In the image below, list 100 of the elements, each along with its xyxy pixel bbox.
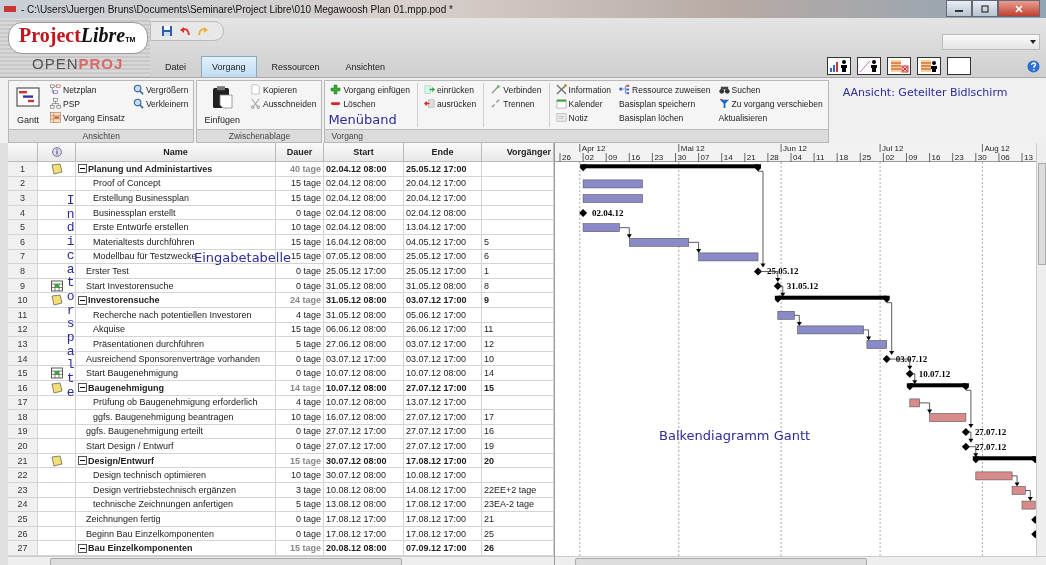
column-header[interactable]: Dauer: [276, 143, 324, 162]
task-bar[interactable]: [582, 223, 620, 232]
ribbon-button[interactable]: Verbinden: [488, 83, 544, 96]
ribbon-button[interactable]: Vorgang einfügen: [328, 83, 413, 96]
horizontal-scrollbar[interactable]: [8, 556, 554, 565]
ribbon-button[interactable]: Kalender: [553, 97, 614, 110]
milestone-diamond[interactable]: [773, 282, 782, 291]
save-icon[interactable]: [161, 25, 173, 37]
ribbon-tab[interactable]: Vorgang: [201, 56, 257, 77]
calendar-icon[interactable]: [50, 367, 63, 380]
ribbon-button[interactable]: Gantt: [12, 83, 44, 127]
close-icon: [1015, 4, 1023, 13]
summary-bar[interactable]: [774, 295, 890, 303]
note-icon[interactable]: [50, 454, 63, 467]
task-name: ggfs. Baugenehmigung erteilt: [86, 426, 204, 437]
maximize-button[interactable]: [972, 0, 998, 17]
ribbon-button[interactable]: Verkleinern: [130, 97, 191, 110]
task-table-view-button[interactable]: [917, 57, 941, 75]
horizontal-scrollbar[interactable]: [555, 556, 1046, 565]
collapse-icon[interactable]: [78, 456, 87, 466]
minimize-button[interactable]: [946, 0, 972, 17]
row-number: 3: [8, 191, 38, 206]
task-bar[interactable]: [797, 325, 864, 335]
table-cell: 13.07.12 17:00: [404, 395, 482, 411]
ribbon-tab[interactable]: Ansichten: [334, 56, 397, 77]
milestone-diamond[interactable]: [882, 355, 891, 364]
ribbon-button[interactable]: Notiz: [553, 111, 614, 124]
ribbon-button[interactable]: Suchen: [716, 83, 825, 96]
undo-icon[interactable]: [179, 25, 191, 37]
maximize-icon: [981, 4, 989, 13]
week-label: 02: [585, 153, 594, 162]
table-cell: 15 tage: [276, 191, 324, 206]
collapse-icon[interactable]: [78, 383, 87, 393]
collapse-icon[interactable]: [78, 295, 87, 305]
logo-subtitle: OPENPROJ: [32, 55, 124, 72]
collapse-icon[interactable]: [78, 164, 87, 174]
column-header[interactable]: Ende: [404, 143, 482, 162]
column-header[interactable]: Name: [76, 143, 276, 162]
table-cell: 0 tage: [276, 366, 324, 381]
calendar-icon[interactable]: [50, 279, 63, 292]
task-bar[interactable]: [1011, 486, 1026, 495]
task-bar[interactable]: [909, 398, 920, 408]
ribbon-button[interactable]: PSP: [48, 97, 127, 110]
close-button[interactable]: [998, 0, 1040, 17]
milestone-label: 02.04.12: [592, 208, 624, 219]
empty-view-button[interactable]: [947, 57, 971, 75]
row-number: 23: [8, 483, 38, 498]
ribbon-tab[interactable]: Ressourcen: [260, 56, 331, 77]
note-icon[interactable]: [50, 381, 63, 394]
ribbon-button[interactable]: Ausschneiden: [247, 97, 319, 110]
dependency-arrow: [863, 329, 872, 341]
hierarchy-icon: [50, 98, 61, 109]
resource-table-view-button[interactable]: [887, 57, 911, 75]
vertical-scrollbar[interactable]: [1036, 143, 1046, 557]
summary-bar[interactable]: [580, 164, 761, 172]
summary-bar[interactable]: [906, 383, 969, 391]
task-bar[interactable]: [1021, 500, 1036, 510]
ribbon-button[interactable]: ausrücken: [422, 97, 479, 110]
task-bar[interactable]: [929, 413, 967, 422]
ribbon-button[interactable]: Einfügen: [200, 83, 244, 127]
note-icon[interactable]: [50, 294, 63, 307]
summary-bar[interactable]: [972, 456, 1036, 464]
column-header[interactable]: Vorgänger: [482, 143, 554, 162]
table-cell: 26.06.12 17:00: [404, 322, 482, 338]
table-cell: 04.05.12 17:00: [404, 234, 482, 250]
ribbon-button[interactable]: Löschen: [328, 97, 413, 110]
month-label: Jun 12: [783, 144, 808, 153]
ribbon-button[interactable]: Kopieren: [247, 83, 319, 96]
row-number: 27: [8, 541, 38, 557]
table-cell: 0 tage: [276, 526, 324, 542]
ribbon-tab[interactable]: Datei: [154, 56, 197, 77]
ribbon-button[interactable]: Vorgang Einsatz: [48, 111, 127, 124]
table-cell: 07.05.12 08:00: [324, 249, 404, 265]
table-cell: 17.08.12 17:00: [324, 512, 404, 527]
help-icon[interactable]: [1027, 59, 1040, 73]
collapse-icon[interactable]: [78, 543, 87, 553]
ribbon-button[interactable]: Basisplan speichern: [617, 97, 713, 110]
histogram-view-button[interactable]: [827, 57, 851, 75]
header-cell[interactable]: [38, 143, 76, 162]
ribbon-button[interactable]: Information: [553, 83, 614, 96]
ribbon-button[interactable]: Zu vorgang verschieben: [716, 97, 825, 110]
column-header[interactable]: Start: [324, 143, 404, 162]
graph-view-button[interactable]: [857, 57, 881, 75]
ribbon-button[interactable]: Trennen: [488, 97, 544, 110]
ribbon-button[interactable]: Ressource zuweisen: [617, 83, 713, 96]
task-bar[interactable]: [698, 252, 759, 262]
milestone-label: 10.07.12: [918, 368, 951, 379]
ribbon-button[interactable]: einrücken: [422, 83, 479, 96]
task-bar[interactable]: [975, 471, 1013, 481]
milestone-diamond[interactable]: [905, 369, 914, 378]
milestone-diamond[interactable]: [579, 209, 588, 218]
ribbon-button[interactable]: Vergrößern: [130, 83, 191, 96]
task-bar[interactable]: [582, 179, 643, 189]
week-label: 21: [746, 153, 756, 162]
table-cell: 5 tage: [276, 337, 324, 352]
ribbon-button[interactable]: Netzplan: [48, 83, 127, 96]
ribbon-button[interactable]: Basisplan löchen: [617, 111, 713, 124]
resource-icon: [619, 84, 631, 95]
milestone-diamond[interactable]: [754, 267, 762, 276]
ribbon-button[interactable]: Aktualisieren: [716, 111, 825, 124]
